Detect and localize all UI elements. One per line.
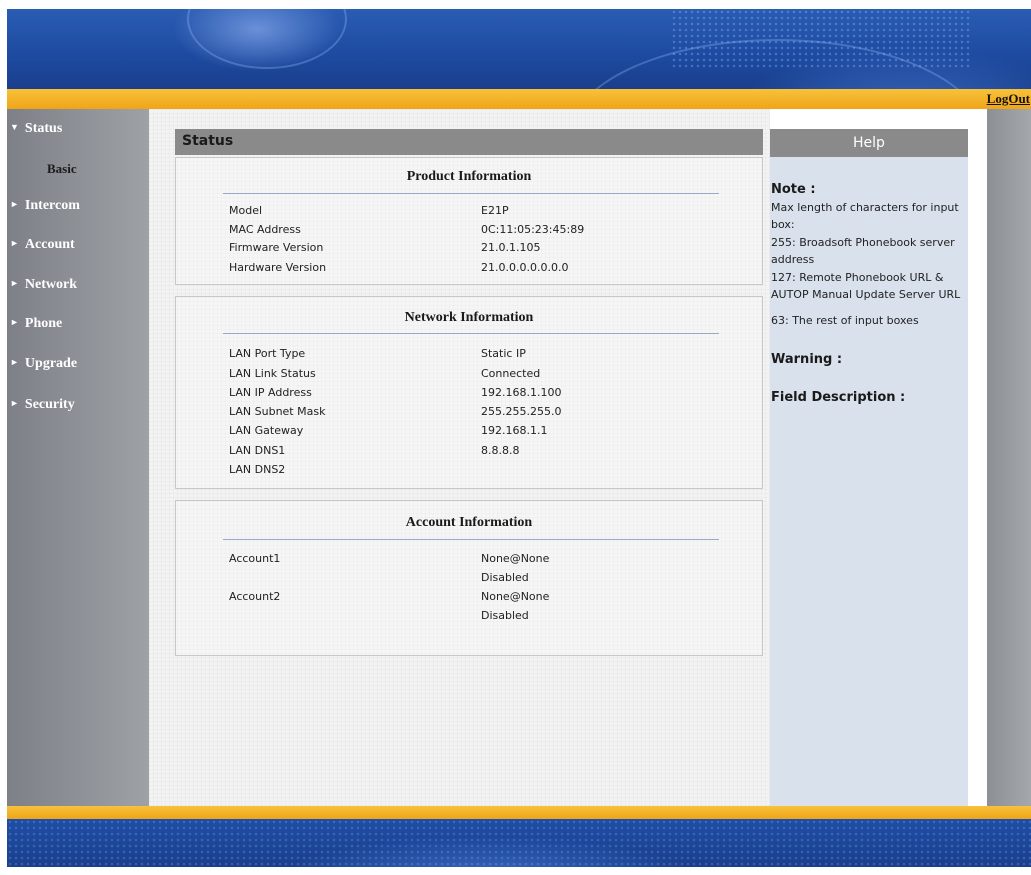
collapsed-arrow-icon: ►: [10, 357, 19, 367]
footer-banner: [7, 819, 1031, 867]
sidebar-item-label: Account: [24, 237, 75, 252]
note-line: 63: The rest of input boxes: [771, 314, 919, 327]
logout-link[interactable]: LogOut: [987, 91, 1030, 107]
row-value: None@None: [481, 590, 550, 603]
sidebar-item-network[interactable]: ► Network: [10, 277, 77, 293]
page-title: Status: [182, 133, 234, 149]
collapsed-arrow-icon: ►: [10, 278, 19, 288]
sidebar-item-label: Phone: [24, 316, 63, 331]
row-value: Static IP: [481, 347, 526, 360]
sidebar-item-label: Upgrade: [24, 356, 78, 371]
sidebar-item-label: Security: [24, 397, 75, 412]
row-label: Account1: [229, 552, 281, 565]
row-value: 8.8.8.8: [481, 444, 520, 457]
status-title-bar: [175, 129, 763, 155]
row-value: Connected: [481, 367, 541, 380]
row-label: LAN IP Address: [229, 386, 312, 399]
row-value: None@None: [481, 552, 550, 565]
row-status: Disabled: [481, 571, 529, 584]
section-divider: [223, 539, 719, 540]
row-label: LAN Port Type: [229, 347, 306, 360]
row-label: Firmware Version: [229, 241, 324, 254]
sidebar-item-account[interactable]: ► Account: [10, 237, 75, 253]
header-banner: [7, 9, 1031, 89]
row-label: LAN DNS2: [229, 463, 286, 476]
collapsed-arrow-icon: ►: [10, 199, 19, 209]
section-divider: [223, 193, 719, 194]
row-label: MAC Address: [229, 223, 301, 236]
note-line: 127: Remote Phonebook URL & AUTOP Manual…: [771, 271, 961, 301]
row-value: 21.0.1.105: [481, 241, 541, 254]
right-margin: [968, 109, 987, 806]
sidebar-item-label: Status: [24, 121, 63, 136]
row-value: 255.255.255.0: [481, 405, 562, 418]
row-label: LAN DNS1: [229, 444, 286, 457]
sidebar-item-phone[interactable]: ► Phone: [10, 316, 62, 332]
sidebar-item-intercom[interactable]: ► Intercom: [10, 198, 80, 214]
footer-accent-bar: [7, 806, 1031, 819]
product-information-section: Product Information Model E21P MAC Addre…: [175, 157, 763, 285]
sidebar-item-label: Intercom: [24, 198, 80, 213]
row-label: Hardware Version: [229, 261, 327, 274]
section-title: Network Information: [404, 310, 534, 325]
row-value: 192.168.1.100: [481, 386, 562, 399]
row-label: LAN Subnet Mask: [229, 405, 326, 418]
collapsed-arrow-icon: ►: [10, 317, 19, 327]
row-label: Account2: [229, 590, 281, 603]
expanded-arrow-icon: ▼: [10, 122, 19, 132]
collapsed-arrow-icon: ►: [10, 398, 19, 408]
row-value: 21.0.0.0.0.0.0.0: [481, 261, 569, 274]
right-border: [987, 109, 1031, 806]
sidebar-item-label: Network: [24, 277, 78, 292]
section-title: Account Information: [405, 515, 533, 530]
collapsed-arrow-icon: ►: [10, 238, 19, 248]
account-information-section: Account Information Account1 None@None D…: [175, 500, 763, 656]
note-heading: Note :: [771, 182, 816, 197]
section-title: Product Information: [406, 169, 532, 184]
sidebar-item-status[interactable]: ▼ Status: [10, 121, 62, 137]
row-value: E21P: [481, 204, 509, 217]
field-description-heading: Field Description :: [771, 390, 906, 405]
row-value: 192.168.1.1: [481, 424, 548, 437]
sidebar-item-security[interactable]: ► Security: [10, 397, 75, 413]
row-value: 0C:11:05:23:45:89: [481, 223, 585, 236]
section-divider: [223, 333, 719, 334]
network-information-section: Network Information LAN Port Type Static…: [175, 296, 763, 489]
help-title: Help: [770, 129, 968, 157]
row-label: LAN Gateway: [229, 424, 304, 437]
sidebar-item-upgrade[interactable]: ► Upgrade: [10, 356, 77, 372]
row-label: Model: [229, 204, 263, 217]
header-accent-bar: [7, 89, 1031, 109]
row-label: LAN Link Status: [229, 367, 316, 380]
note-line: 255: Broadsoft Phonebook server address: [771, 236, 955, 266]
note-line: Max length of characters for input box:: [771, 201, 959, 231]
warning-heading: Warning :: [771, 352, 843, 367]
row-status: Disabled: [481, 609, 529, 622]
sidebar-subitem-basic[interactable]: Basic: [47, 161, 77, 177]
